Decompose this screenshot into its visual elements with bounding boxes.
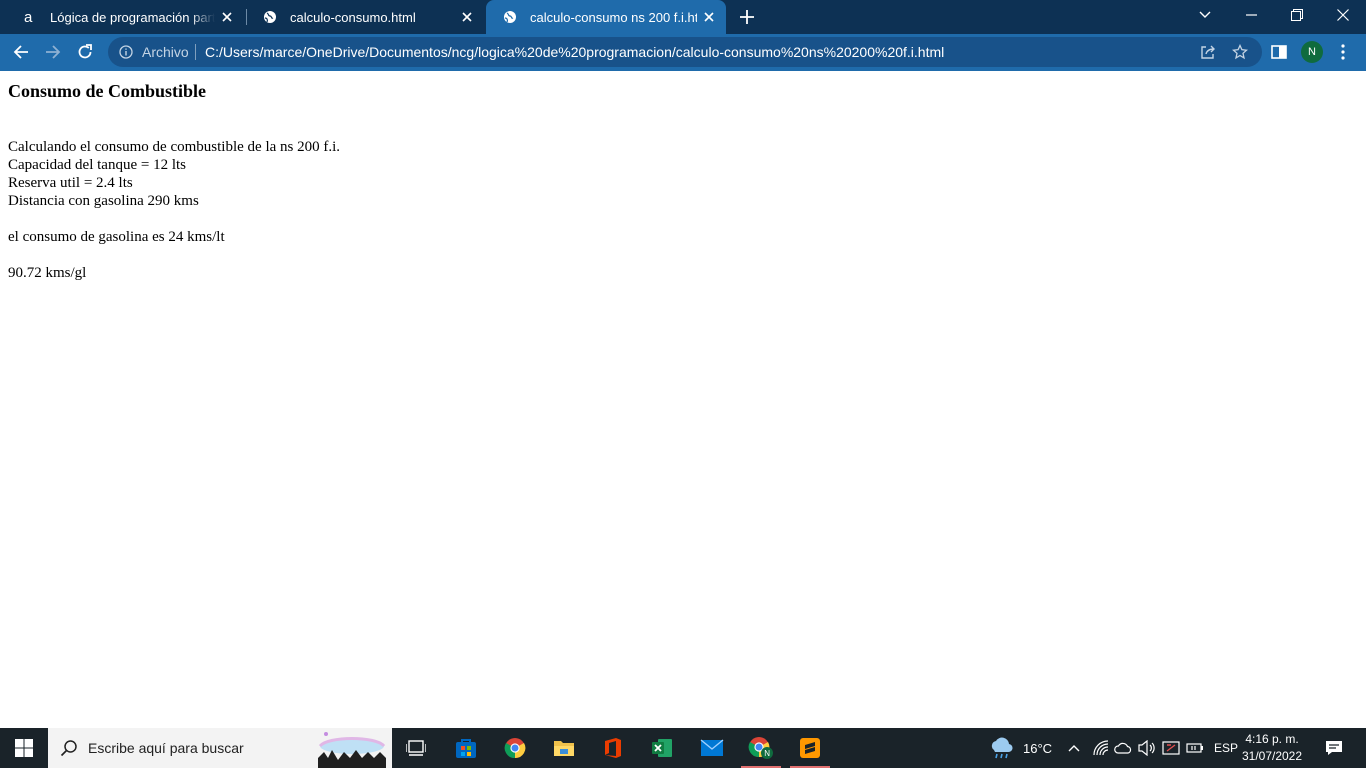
- restore-icon: [1291, 9, 1303, 21]
- task-view-icon: [406, 740, 426, 756]
- tab-calculo-consumo-ns200[interactable]: calculo-consumo ns 200 f.i.html: [486, 0, 726, 34]
- tab-calculo-consumo[interactable]: calculo-consumo.html: [246, 0, 484, 34]
- minimize-icon: [1245, 14, 1257, 16]
- volume-button[interactable]: [1138, 728, 1156, 768]
- new-tab-button[interactable]: [735, 5, 759, 29]
- result-line: Capacidad del tanque = 12 lts: [8, 157, 186, 173]
- close-icon[interactable]: [215, 5, 239, 29]
- star-icon[interactable]: [1230, 42, 1250, 62]
- chevron-up-icon: [1068, 745, 1080, 752]
- tab-title: calculo-consumo.html: [290, 9, 416, 25]
- search-icon: [60, 740, 77, 757]
- clock-time: 4:16 p. m.: [1245, 732, 1299, 746]
- svg-text:a: a: [24, 9, 33, 25]
- excel-icon: [652, 739, 672, 757]
- more-vertical-icon: [1341, 44, 1345, 60]
- aluracursos-icon: a: [22, 9, 38, 25]
- result-line: Reserva util = 2.4 lts: [8, 175, 133, 191]
- power-button[interactable]: [1186, 728, 1204, 768]
- side-panel-icon: [1271, 45, 1287, 59]
- arrow-right-icon: [46, 45, 61, 59]
- notifications-button[interactable]: [1318, 728, 1350, 768]
- sublime-text-button[interactable]: [786, 728, 834, 768]
- address-scheme-label: Archivo: [142, 44, 189, 60]
- chevron-down-icon: [1199, 11, 1211, 18]
- result-line: Distancia con gasolina 290 kms: [8, 193, 199, 209]
- task-view-button[interactable]: [392, 728, 440, 768]
- close-window-button[interactable]: [1320, 0, 1366, 30]
- result-line: el consumo de gasolina es 24 kms/lt: [8, 229, 225, 245]
- back-button[interactable]: [6, 37, 36, 67]
- weather-rain-icon: [991, 737, 1013, 759]
- plus-icon: [740, 10, 754, 24]
- reload-button[interactable]: [70, 37, 100, 67]
- show-hidden-icons-button[interactable]: [1068, 728, 1080, 768]
- globe-icon: [262, 9, 278, 25]
- close-icon[interactable]: [455, 5, 479, 29]
- result-line: 90.72 kms/gl: [8, 265, 87, 281]
- search-placeholder: Escribe aquí para buscar: [88, 740, 244, 756]
- clock[interactable]: 4:16 p. m. 31/07/2022: [1236, 731, 1308, 765]
- share-icon[interactable]: [1198, 42, 1218, 62]
- address-bar[interactable]: Archivo C:/Users/marce/OneDrive/Document…: [108, 37, 1262, 67]
- profile-avatar[interactable]: N: [1301, 41, 1323, 63]
- mail-button[interactable]: [688, 728, 736, 768]
- arrow-left-icon: [13, 45, 28, 59]
- tab-title: Lógica de programación parte 1:: [50, 9, 215, 25]
- taskbar: Escribe aquí para buscar N 16°C ESP 4:16…: [0, 728, 1366, 768]
- address-url[interactable]: C:/Users/marce/OneDrive/Documentos/ncg/l…: [205, 44, 944, 60]
- chrome-button[interactable]: [491, 728, 539, 768]
- chrome-icon: [504, 738, 526, 759]
- file-explorer-button[interactable]: [540, 728, 588, 768]
- mail-icon: [700, 739, 724, 756]
- chrome-profile-icon: N: [748, 737, 773, 759]
- windows-icon: [15, 739, 33, 757]
- side-panel-button[interactable]: [1264, 37, 1294, 67]
- speaker-icon: [1138, 740, 1155, 756]
- plug-battery-icon: [1186, 743, 1203, 753]
- info-icon[interactable]: [118, 44, 134, 60]
- svg-text:N: N: [764, 749, 770, 758]
- weather-temperature: 16°C: [1023, 740, 1053, 756]
- tab-strip: a Lógica de programación parte 1: calcul…: [0, 0, 1366, 34]
- address-separator: [195, 44, 196, 60]
- meet-now-button[interactable]: [1162, 728, 1180, 768]
- office-icon: [605, 738, 621, 758]
- store-icon: [456, 739, 476, 758]
- folder-icon: [554, 741, 574, 756]
- wifi-icon: [1093, 740, 1109, 756]
- weather-widget[interactable]: 16°C: [988, 728, 1052, 768]
- search-highlight-illustration-icon: [318, 732, 386, 768]
- menu-button[interactable]: [1328, 37, 1358, 67]
- sublime-text-icon: [800, 738, 820, 758]
- tab-logica-programacion[interactable]: a Lógica de programación parte 1:: [6, 0, 244, 34]
- result-line: Calculando el consumo de combustible de …: [8, 139, 341, 155]
- close-icon[interactable]: [697, 5, 721, 29]
- notification-icon: [1326, 741, 1342, 755]
- close-icon: [1337, 9, 1349, 21]
- forward-button[interactable]: [38, 37, 68, 67]
- page-title: Consumo de Combustible: [8, 81, 207, 101]
- clock-date: 31/07/2022: [1241, 749, 1303, 763]
- chrome-profile-button[interactable]: N: [737, 728, 785, 768]
- globe-icon: [502, 9, 518, 25]
- network-button[interactable]: [1093, 728, 1109, 768]
- page-content: Consumo de Combustible Calculando el con…: [0, 71, 1366, 728]
- minimize-button[interactable]: [1228, 0, 1274, 30]
- tab-search-button[interactable]: [1182, 0, 1228, 30]
- office-button[interactable]: [589, 728, 637, 768]
- tab-title: calculo-consumo ns 200 f.i.html: [530, 9, 697, 25]
- taskbar-search[interactable]: Escribe aquí para buscar: [48, 728, 392, 768]
- meet-icon: [1162, 741, 1180, 755]
- excel-button[interactable]: [638, 728, 686, 768]
- browser-toolbar: Archivo C:/Users/marce/OneDrive/Document…: [0, 34, 1366, 71]
- restore-button[interactable]: [1274, 0, 1320, 30]
- input-language-button[interactable]: ESP: [1214, 728, 1238, 768]
- reload-icon: [78, 44, 92, 59]
- cloud-icon: [1114, 742, 1132, 754]
- start-button[interactable]: [0, 728, 48, 768]
- onedrive-button[interactable]: [1114, 728, 1132, 768]
- language-label: ESP: [1214, 741, 1239, 755]
- microsoft-store-button[interactable]: [442, 728, 490, 768]
